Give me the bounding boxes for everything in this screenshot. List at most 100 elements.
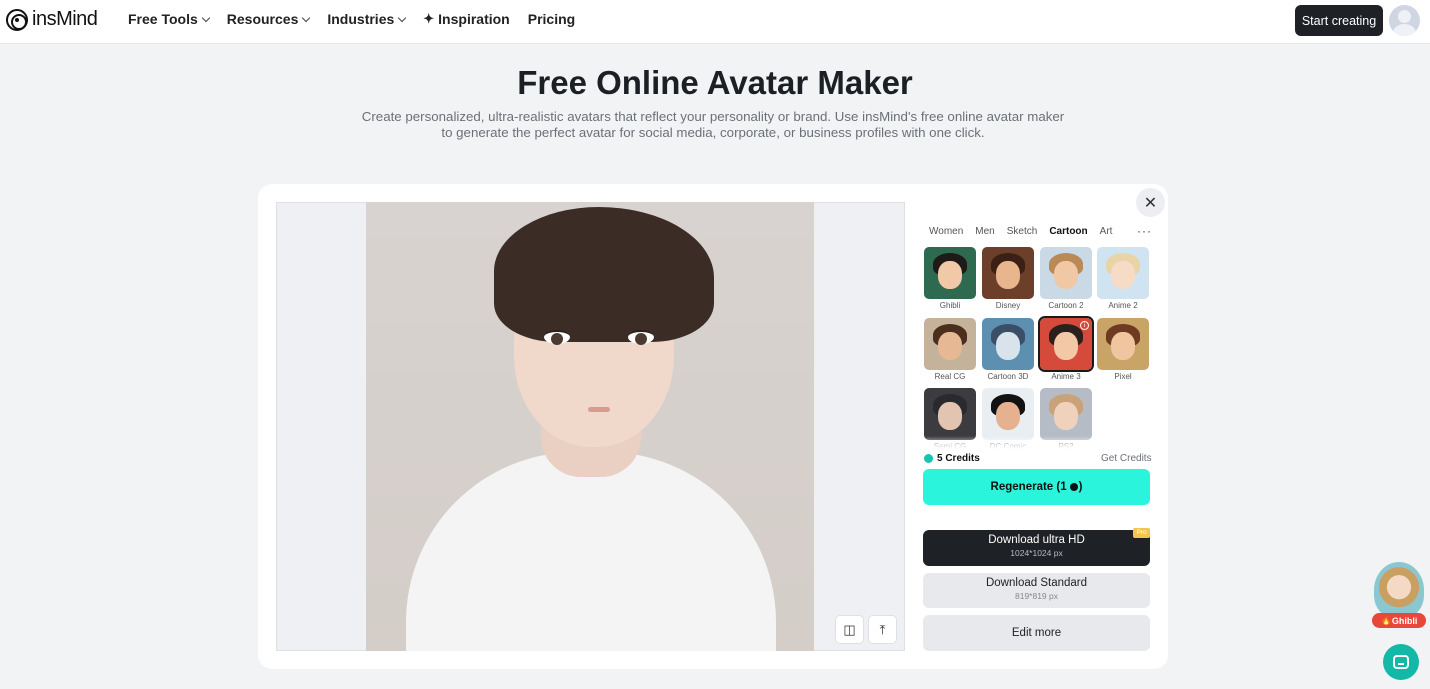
start-creating-button[interactable]: Start creating <box>1295 5 1383 36</box>
grid-fade-overlay <box>920 436 1154 452</box>
thumb-face <box>1054 332 1078 360</box>
style-option[interactable]: Pixel <box>1097 318 1149 381</box>
credit-coin-icon <box>924 454 933 463</box>
style-option[interactable]: Anime 2 <box>1097 247 1149 310</box>
chevron-down-icon <box>201 13 211 22</box>
thumb-face <box>1111 261 1135 289</box>
style-thumbnail <box>982 318 1034 370</box>
tab-sketch[interactable]: Sketch <box>1007 226 1038 237</box>
download-ultra-hd-button[interactable]: Pro Download ultra HD 1024*1024 px <box>923 528 1150 566</box>
tab-cartoon[interactable]: Cartoon <box>1049 226 1087 237</box>
logo-text: insMind <box>32 8 98 30</box>
chevron-down-icon <box>302 13 311 22</box>
tab-men[interactable]: Men <box>975 226 994 237</box>
logo-icon <box>6 8 28 31</box>
regenerate-close: ) <box>1078 481 1083 493</box>
download-std-size: 819*819 px <box>1014 591 1058 601</box>
close-button[interactable]: ✕ <box>1136 188 1165 217</box>
nav-label: Industries <box>327 11 395 27</box>
ghibli-badge-label: Ghibli <box>1391 615 1418 626</box>
chevron-down-icon <box>398 13 407 22</box>
portrait-shirt <box>406 452 776 651</box>
credits-label: 5 Credits <box>937 453 980 464</box>
download-std-label: Download Standard <box>985 577 1087 589</box>
style-option[interactable]: Disney <box>982 247 1034 310</box>
ghibli-promo-widget[interactable]: 🔥 Ghibli <box>1372 562 1426 628</box>
style-thumbnail: i <box>1038 316 1094 372</box>
thumb-face <box>1054 402 1078 430</box>
nav-label: Pricing <box>527 11 576 27</box>
thumb-face <box>996 261 1020 289</box>
style-label: Ghibli <box>939 301 961 310</box>
download-hd-size: 1024*1024 px <box>1010 548 1063 558</box>
style-label: Cartoon 3D <box>987 372 1029 381</box>
credits-display: 5 Credits <box>924 453 980 464</box>
download-standard-button[interactable]: Download Standard 819*819 px <box>923 573 1150 608</box>
style-option[interactable]: i Anime 3 <box>1038 316 1094 381</box>
chat-icon <box>1393 655 1409 669</box>
close-icon: ✕ <box>1143 194 1158 212</box>
page-title: Free Online Avatar Maker <box>517 64 913 101</box>
upload-icon: ⤒ <box>879 621 886 637</box>
nav-resources[interactable]: Resources <box>226 11 311 27</box>
style-label: Cartoon 2 <box>1048 301 1084 310</box>
style-label: Real CG <box>934 372 966 381</box>
style-category-tabs: Women Men Sketch Cartoon Art <box>929 226 1124 237</box>
credit-icon <box>1069 483 1078 491</box>
portrait-mouth <box>588 407 610 412</box>
edit-more-button[interactable]: Edit more <box>923 615 1150 651</box>
style-label: Anime 3 <box>1051 372 1081 381</box>
regenerate-button[interactable]: Regenerate (1 ) <box>923 469 1150 505</box>
style-thumbnail <box>982 388 1034 440</box>
ghibli-badge: 🔥 Ghibli <box>1372 613 1426 628</box>
compare-icon: ◫ <box>843 621 856 637</box>
logo[interactable]: insMind <box>6 8 98 31</box>
more-tabs-icon[interactable]: ··· <box>1137 224 1152 238</box>
portrait-hair <box>494 207 714 342</box>
main-nav: Free Tools Resources Industries ✦ Inspira… <box>128 11 593 27</box>
style-thumbnail <box>982 247 1034 299</box>
style-option[interactable]: Cartoon 2 <box>1040 247 1092 310</box>
thumb-face <box>996 332 1020 360</box>
thumb-face <box>938 402 962 430</box>
nav-free-tools[interactable]: Free Tools <box>128 11 211 27</box>
thumb-face <box>1111 332 1135 360</box>
style-thumbnail <box>1097 318 1149 370</box>
style-thumbnail <box>1040 247 1092 299</box>
ghibli-character-image <box>1374 562 1424 618</box>
generated-avatar-image <box>366 202 814 651</box>
style-thumbnail <box>1040 388 1092 440</box>
nav-label: Free Tools <box>128 11 198 27</box>
fire-icon: 🔥 <box>1380 615 1392 625</box>
style-thumbnail <box>924 247 976 299</box>
style-label: Disney <box>995 301 1021 310</box>
compare-button[interactable]: ◫ <box>835 615 864 644</box>
style-option[interactable]: Ghibli <box>924 247 976 310</box>
style-thumbnail <box>1097 247 1149 299</box>
nav-label: Inspiration <box>438 11 510 27</box>
pro-badge: Pro <box>1133 528 1150 538</box>
sparkle-icon: ✦ <box>423 11 435 26</box>
style-thumbnail <box>924 318 976 370</box>
style-option[interactable]: Cartoon 3D <box>982 318 1034 381</box>
nav-industries[interactable]: Industries <box>327 11 407 27</box>
nav-pricing[interactable]: Pricing <box>528 11 575 27</box>
page-subtitle: Create personalized, ultra-realistic ava… <box>361 109 1065 140</box>
get-credits-link[interactable]: Get Credits <box>1101 453 1152 464</box>
regenerate-label: Regenerate (1 <box>990 481 1067 493</box>
nav-label: Resources <box>226 11 299 27</box>
chat-support-button[interactable] <box>1383 644 1419 680</box>
share-button[interactable]: ⤒ <box>868 615 897 644</box>
info-icon[interactable]: i <box>1080 321 1089 330</box>
tab-women[interactable]: Women <box>929 226 963 237</box>
thumb-face <box>996 402 1020 430</box>
style-option[interactable]: Real CG <box>924 318 976 381</box>
style-thumbnail <box>924 388 976 440</box>
tab-art[interactable]: Art <box>1100 226 1113 237</box>
style-label: Pixel <box>1114 372 1132 381</box>
thumb-face <box>1054 261 1078 289</box>
top-navbar: insMind Free Tools Resources Industries … <box>0 0 1430 44</box>
user-avatar[interactable] <box>1389 5 1420 36</box>
style-label: Anime 2 <box>1108 301 1138 310</box>
nav-inspiration[interactable]: ✦ Inspiration <box>423 11 509 27</box>
